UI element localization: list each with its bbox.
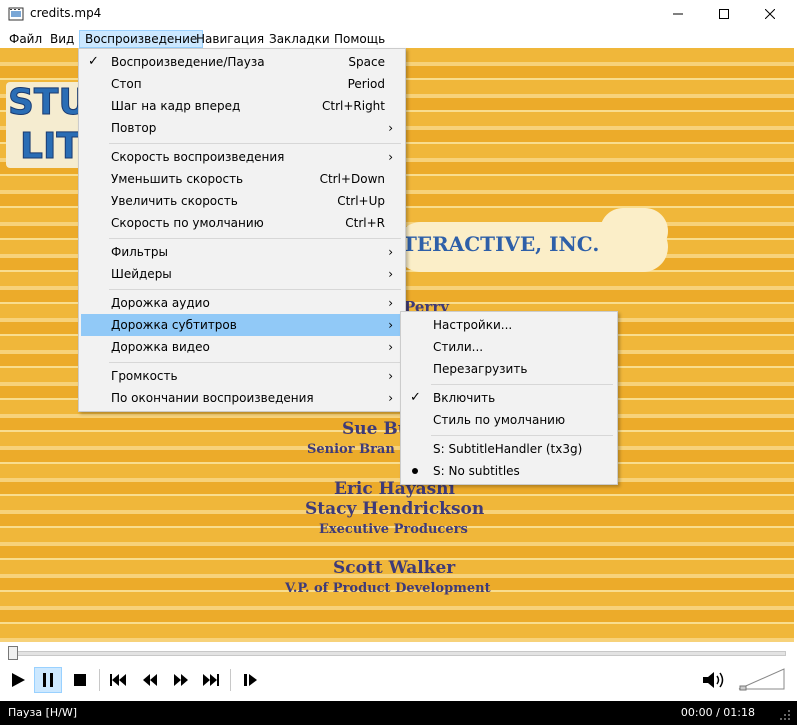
- chevron-right-icon: ›: [388, 245, 393, 259]
- mute-button[interactable]: [700, 667, 728, 693]
- menu-item-subtitle-default-style[interactable]: Стиль по умолчанию: [403, 409, 615, 431]
- next-button[interactable]: [197, 667, 225, 693]
- menu-separator: [109, 362, 401, 363]
- menu-item-subtitle-enable[interactable]: ✓ Включить: [403, 387, 615, 409]
- frame-step-icon: [244, 674, 257, 686]
- menu-item-frame-step[interactable]: Шаг на кадр вперед Ctrl+Right: [81, 95, 403, 117]
- logo-line-2: LIT: [20, 126, 82, 168]
- volume-slider[interactable]: [738, 667, 786, 691]
- chevron-right-icon: ›: [388, 267, 393, 281]
- previous-button[interactable]: [104, 667, 132, 693]
- skip-forward-icon: [203, 674, 219, 686]
- status-bar: Пауза [H/W] 00:00 / 01:18: [0, 701, 797, 725]
- credit-name-4: Scott Walker: [333, 558, 456, 578]
- frame-step-button[interactable]: [237, 667, 265, 693]
- seek-handle[interactable]: [8, 646, 18, 660]
- menu-playback[interactable]: Воспроизведение: [79, 30, 204, 48]
- menu-item-subtitle-track[interactable]: Дорожка субтитров ›: [81, 314, 403, 336]
- time-display: 00:00 / 01:18: [680, 706, 755, 719]
- credit-role-2: Executive Producers: [319, 522, 468, 537]
- pause-icon: [43, 673, 53, 687]
- title-bar: credits.mp4: [0, 0, 797, 28]
- pause-button[interactable]: [34, 667, 62, 693]
- menu-navigation[interactable]: Навигация: [191, 30, 269, 48]
- playback-menu: ✓ Воспроизведение/Пауза Space Стоп Perio…: [78, 48, 406, 412]
- menu-view[interactable]: Вид: [45, 30, 79, 48]
- menu-item-video-track[interactable]: Дорожка видео ›: [81, 336, 403, 358]
- play-icon: [12, 673, 25, 687]
- controls-separator: [230, 669, 231, 691]
- cloud-puff: [600, 208, 668, 254]
- check-icon: ✓: [410, 390, 421, 405]
- chevron-right-icon: ›: [388, 150, 393, 164]
- playback-state: Пауза [H/W]: [8, 706, 78, 719]
- menu-bar: Файл Вид Воспроизведение Навигация Закла…: [0, 28, 797, 48]
- check-icon: ✓: [88, 54, 99, 69]
- menu-help[interactable]: Помощь: [329, 30, 390, 48]
- menu-file[interactable]: Файл: [4, 30, 47, 48]
- radio-dot-icon: [412, 468, 418, 474]
- menu-item-subtitle-settings[interactable]: Настройки...: [403, 314, 615, 336]
- menu-item-subtitle-reload[interactable]: Перезагрузить: [403, 358, 615, 380]
- company-name: TERACTIVE, INC.: [402, 232, 600, 256]
- close-icon: [765, 9, 775, 19]
- skip-back-icon: [110, 674, 126, 686]
- stop-button[interactable]: [66, 667, 94, 693]
- maximize-icon: [719, 9, 729, 19]
- credit-role-1: Senior Bran: [307, 442, 395, 457]
- chevron-right-icon: ›: [388, 391, 393, 405]
- close-button[interactable]: [747, 0, 793, 28]
- window-title: credits.mp4: [30, 6, 102, 20]
- menu-item-audio-track[interactable]: Дорожка аудио ›: [81, 292, 403, 314]
- subtitle-submenu: Настройки... Стили... Перезагрузить ✓ Вк…: [400, 311, 618, 485]
- menu-item-repeat[interactable]: Повтор ›: [81, 117, 403, 139]
- maximize-button[interactable]: [701, 0, 747, 28]
- menu-separator: [431, 435, 613, 436]
- menu-item-speed-default[interactable]: Скорость по умолчанию Ctrl+R: [81, 212, 403, 234]
- credit-role-3: V.P. of Product Development: [285, 581, 491, 596]
- chevron-right-icon: ›: [388, 318, 393, 332]
- playback-controls: [0, 642, 797, 701]
- menu-separator: [109, 143, 401, 144]
- menu-separator: [109, 238, 401, 239]
- minimize-icon: [673, 13, 683, 15]
- chevron-right-icon: ›: [388, 296, 393, 310]
- menu-item-subtitle-styles[interactable]: Стили...: [403, 336, 615, 358]
- chevron-right-icon: ›: [388, 121, 393, 135]
- menu-separator: [431, 384, 613, 385]
- rewind-button[interactable]: [136, 667, 164, 693]
- menu-item-filters[interactable]: Фильтры ›: [81, 241, 403, 263]
- menu-item-speed-up[interactable]: Увеличить скорость Ctrl+Up: [81, 190, 403, 212]
- seek-bar[interactable]: [8, 651, 786, 656]
- stop-icon: [74, 674, 86, 686]
- minimize-button[interactable]: [655, 0, 701, 28]
- menu-bookmarks[interactable]: Закладки: [264, 30, 335, 48]
- menu-item-playback-speed[interactable]: Скорость воспроизведения ›: [81, 146, 403, 168]
- menu-item-subtitle-handler[interactable]: S: SubtitleHandler (tx3g): [403, 438, 615, 460]
- menu-item-volume[interactable]: Громкость ›: [81, 365, 403, 387]
- fast-forward-icon: [174, 674, 188, 686]
- menu-item-speed-down[interactable]: Уменьшить скорость Ctrl+Down: [81, 168, 403, 190]
- menu-item-stop[interactable]: Стоп Period: [81, 73, 403, 95]
- menu-item-after-playback[interactable]: По окончании воспроизведения ›: [81, 387, 403, 409]
- menu-separator: [109, 289, 401, 290]
- menu-item-no-subtitles[interactable]: S: No subtitles: [403, 460, 615, 482]
- credit-name-3: Stacy Hendrickson: [305, 499, 485, 519]
- chevron-right-icon: ›: [388, 340, 393, 354]
- rewind-icon: [143, 674, 157, 686]
- fast-forward-button[interactable]: [167, 667, 195, 693]
- resize-grip-icon: [780, 710, 790, 720]
- menu-item-shaders[interactable]: Шейдеры ›: [81, 263, 403, 285]
- play-button[interactable]: [4, 667, 32, 693]
- menu-item-play-pause[interactable]: ✓ Воспроизведение/Пауза Space: [81, 51, 403, 73]
- film-icon: [8, 7, 24, 21]
- logo-line-1: STU: [8, 82, 89, 124]
- controls-separator: [99, 669, 100, 691]
- volume-icon: [703, 672, 724, 688]
- chevron-right-icon: ›: [388, 369, 393, 383]
